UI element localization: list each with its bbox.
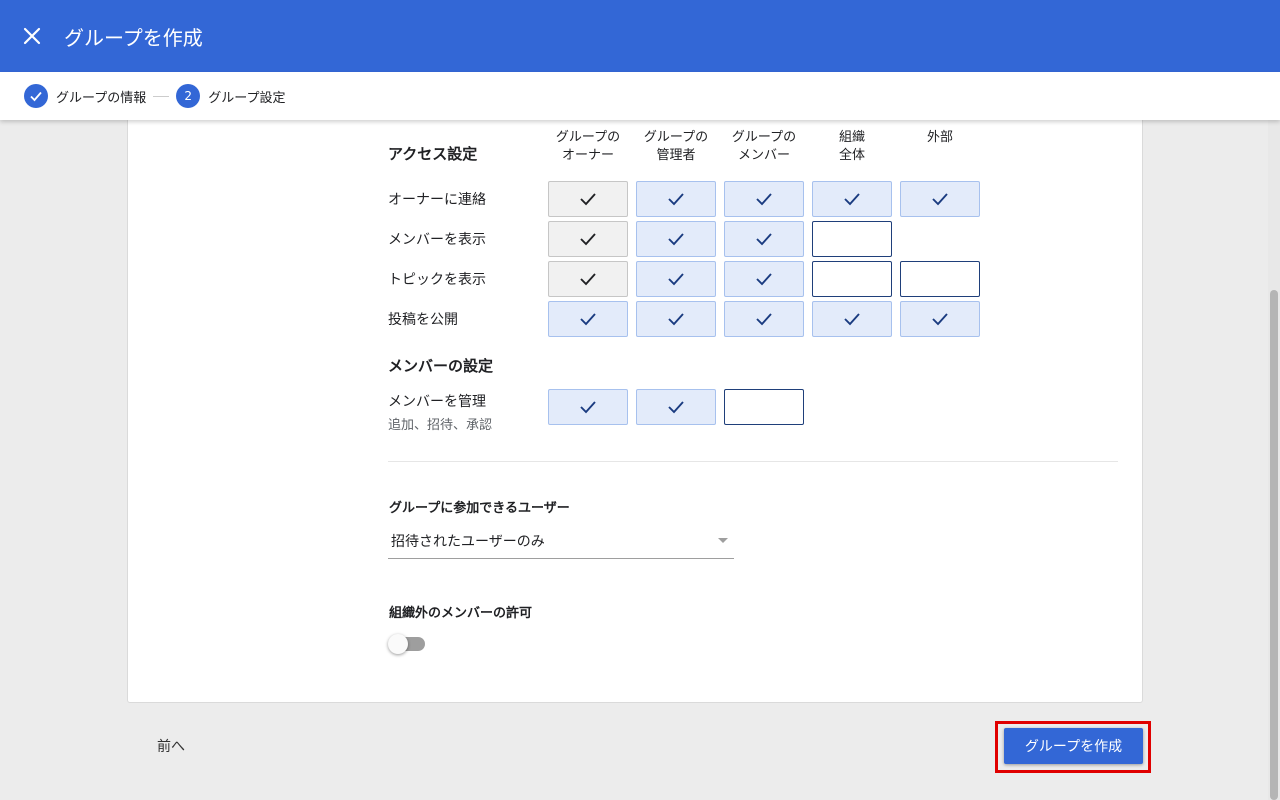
check-icon — [756, 233, 772, 246]
permission-checkbox[interactable] — [548, 181, 628, 217]
permission-checkbox[interactable] — [900, 181, 980, 217]
permission-checkbox[interactable] — [812, 261, 892, 297]
toggle-knob — [388, 634, 408, 654]
access-settings-title: アクセス設定 — [388, 145, 478, 163]
column-header-member: グループの メンバー — [724, 129, 804, 165]
row-label-contact-owners: オーナーに連絡 — [388, 192, 486, 208]
step-number: 2 — [176, 84, 201, 108]
column-header-line: オーナー — [561, 148, 614, 163]
permission-checkbox[interactable] — [724, 301, 804, 337]
external-members-label: 組織外のメンバーの許可 — [389, 606, 533, 621]
app-header: グループを作成 — [0, 0, 1280, 72]
check-icon — [668, 313, 684, 326]
check-icon — [668, 273, 684, 286]
previous-button[interactable]: 前へ — [140, 728, 202, 764]
check-icon — [756, 313, 772, 326]
stepper: グループの情報 2 グループ設定 — [0, 72, 1280, 120]
row-label-view-members: メンバーを表示 — [388, 232, 486, 248]
check-icon — [668, 401, 684, 414]
permission-checkbox[interactable] — [636, 389, 716, 425]
check-icon — [756, 273, 772, 286]
permission-checkbox[interactable] — [636, 301, 716, 337]
permission-checkbox[interactable] — [548, 301, 628, 337]
permission-checkbox[interactable] — [812, 301, 892, 337]
permission-checkbox[interactable] — [812, 181, 892, 217]
step-label: グループの情報 — [56, 90, 147, 106]
page-title: グループを作成 — [64, 25, 203, 50]
close-button[interactable] — [0, 0, 64, 72]
row-label-view-topics: トピックを表示 — [388, 272, 486, 288]
step-done-circle — [24, 84, 48, 108]
external-members-toggle[interactable] — [388, 634, 428, 654]
column-header-line: 組織 — [838, 130, 865, 145]
permission-checkbox[interactable] — [636, 181, 716, 217]
permission-checkbox[interactable] — [724, 221, 804, 257]
column-header-line: 外部 — [926, 130, 953, 145]
check-icon — [580, 273, 596, 286]
column-header-line: グループの — [643, 130, 709, 145]
check-icon — [844, 193, 860, 206]
step-group-info[interactable]: グループの情報 — [24, 84, 146, 108]
row-label-manage-members: メンバーを管理 — [388, 394, 486, 410]
column-header-line: 管理者 — [656, 148, 696, 163]
column-header-external: 外部 — [900, 129, 980, 147]
check-icon — [668, 193, 684, 206]
permission-checkbox[interactable] — [636, 221, 716, 257]
column-header-owner: グループの オーナー — [548, 129, 628, 165]
create-group-button[interactable]: グループを作成 — [1004, 728, 1143, 764]
check-icon — [580, 401, 596, 414]
permission-checkbox[interactable] — [812, 221, 892, 257]
settings-card: アクセス設定 グループの オーナー グループの 管理者 グループの メンバー 組… — [127, 120, 1143, 703]
scrollbar-thumb[interactable] — [1270, 290, 1278, 800]
permission-checkbox[interactable] — [548, 261, 628, 297]
select-value: 招待されたユーザーのみ — [391, 534, 545, 550]
column-header-line: グループの — [731, 130, 797, 145]
check-icon — [844, 313, 860, 326]
check-icon — [580, 233, 596, 246]
member-settings-title: メンバーの設定 — [388, 357, 494, 375]
permission-checkbox[interactable] — [548, 389, 628, 425]
check-icon — [30, 91, 42, 102]
check-icon — [756, 193, 772, 206]
permission-checkbox[interactable] — [724, 389, 804, 425]
join-permission-select[interactable]: 招待されたユーザーのみ — [388, 524, 734, 559]
permission-checkbox[interactable] — [900, 301, 980, 337]
permission-checkbox[interactable] — [900, 261, 980, 297]
permission-checkbox[interactable] — [636, 261, 716, 297]
step-group-settings[interactable]: 2 グループ設定 — [176, 84, 285, 108]
column-header-line: メンバー — [737, 148, 790, 163]
join-permission-label: グループに参加できるユーザー — [389, 501, 570, 516]
row-sublabel-manage-members: 追加、招待、承認 — [388, 418, 493, 433]
divider — [388, 461, 1118, 462]
column-header-line: グループの — [555, 130, 621, 145]
column-header-line: 全体 — [838, 148, 865, 163]
dropdown-arrow-icon — [718, 538, 728, 543]
column-header-organization: 組織 全体 — [812, 129, 892, 165]
permission-checkbox[interactable] — [548, 221, 628, 257]
step-connector — [153, 95, 170, 97]
check-icon — [580, 313, 596, 326]
close-icon — [23, 27, 41, 45]
check-icon — [668, 233, 684, 246]
check-icon — [580, 193, 596, 206]
check-icon — [932, 193, 948, 206]
step-label: グループ設定 — [208, 90, 286, 106]
row-label-publish-posts: 投稿を公開 — [388, 312, 458, 328]
check-icon — [932, 313, 948, 326]
permission-checkbox[interactable] — [724, 261, 804, 297]
permission-checkbox[interactable] — [724, 181, 804, 217]
column-header-manager: グループの 管理者 — [636, 129, 716, 165]
